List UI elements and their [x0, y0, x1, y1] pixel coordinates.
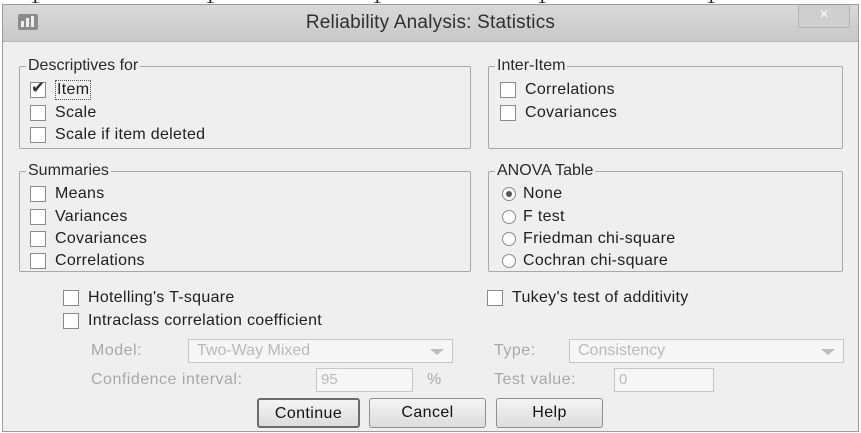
- percent-sign: %: [427, 371, 442, 388]
- scale-checkbox[interactable]: [30, 105, 46, 121]
- intraclass-correlation-checkbox[interactable]: [63, 313, 79, 329]
- anova-cochran-row[interactable]: Cochran chi-square: [502, 250, 668, 272]
- cancel-button[interactable]: Cancel: [369, 398, 486, 428]
- hotelling-row[interactable]: Hotelling's T-square: [63, 287, 235, 309]
- inter-item-covariances-row[interactable]: Covariances: [500, 102, 617, 124]
- type-dropdown[interactable]: Consistency: [569, 339, 844, 363]
- intraclass-row[interactable]: Intraclass correlation coefficient: [63, 310, 322, 332]
- test-value-value: 0: [619, 371, 628, 388]
- inter-item-correlations-row[interactable]: Correlations: [500, 79, 615, 101]
- anova-none-radio[interactable]: [502, 187, 516, 201]
- variances-label: Variances: [55, 208, 128, 225]
- intraclass-correlation-label: Intraclass correlation coefficient: [88, 312, 323, 329]
- item-checkbox[interactable]: [30, 78, 46, 98]
- anova-friedman-row[interactable]: Friedman chi-square: [502, 228, 675, 250]
- test-value-label: Test value:: [494, 371, 576, 388]
- summaries-variances-row[interactable]: Variances: [30, 206, 128, 228]
- anova-none-row[interactable]: None: [502, 183, 562, 205]
- title-bar[interactable]: Reliability Analysis: Statistics ×: [3, 5, 858, 42]
- reliability-statistics-dialog: Reliability Analysis: Statistics × Descr…: [2, 4, 859, 432]
- tukey-additivity-checkbox[interactable]: [487, 290, 503, 306]
- anova-none-label: None: [523, 185, 563, 202]
- type-label: Type:: [494, 342, 536, 359]
- confidence-interval-value: 95: [321, 371, 338, 388]
- summary-covariances-label: Covariances: [55, 230, 148, 247]
- chevron-down-icon: [821, 349, 835, 355]
- inter-item-legend: Inter-Item: [497, 57, 566, 74]
- cochran-chi-square-label: Cochran chi-square: [523, 252, 669, 269]
- means-label: Means: [55, 185, 105, 202]
- scale-if-item-deleted-checkbox[interactable]: [30, 127, 46, 143]
- friedman-chi-square-label: Friedman chi-square: [523, 230, 676, 247]
- cochran-chi-square-radio[interactable]: [502, 254, 516, 268]
- anova-table-legend: ANOVA Table: [497, 162, 594, 179]
- model-dropdown[interactable]: Two-Way Mixed: [188, 339, 453, 363]
- hotelling-t-square-label: Hotelling's T-square: [88, 289, 235, 306]
- inter-item-correlations-checkbox[interactable]: [500, 82, 516, 98]
- type-value: Consistency: [578, 342, 666, 359]
- summary-correlations-label: Correlations: [55, 252, 145, 269]
- confidence-interval-input[interactable]: 95: [316, 368, 413, 392]
- friedman-chi-square-radio[interactable]: [502, 232, 516, 246]
- summaries-covariances-row[interactable]: Covariances: [30, 228, 147, 250]
- f-test-label: F test: [523, 208, 565, 225]
- continue-button[interactable]: Continue: [257, 398, 360, 428]
- summary-correlations-checkbox[interactable]: [30, 253, 46, 269]
- chevron-down-icon: [430, 349, 444, 355]
- model-label: Model:: [91, 342, 143, 359]
- means-checkbox[interactable]: [30, 186, 46, 202]
- scale-if-item-deleted-label: Scale if item deleted: [55, 126, 206, 143]
- f-test-radio[interactable]: [502, 210, 516, 224]
- summaries-legend: Summaries: [28, 162, 109, 179]
- model-value: Two-Way Mixed: [197, 342, 311, 359]
- inter-item-correlations-label: Correlations: [525, 81, 615, 98]
- tukey-additivity-label: Tukey's test of additivity: [512, 289, 689, 306]
- summary-covariances-checkbox[interactable]: [30, 231, 46, 247]
- confidence-interval-label: Confidence interval:: [91, 371, 243, 388]
- inter-item-covariances-label: Covariances: [525, 104, 618, 121]
- anova-f-test-row[interactable]: F test: [502, 206, 565, 228]
- summaries-correlations-row[interactable]: Correlations: [30, 250, 145, 272]
- scale-checkbox-row[interactable]: Scale: [30, 102, 97, 124]
- inter-item-covariances-checkbox[interactable]: [500, 105, 516, 121]
- scale-if-item-deleted-checkbox-row[interactable]: Scale if item deleted: [30, 124, 205, 146]
- item-checkbox-row[interactable]: Item: [30, 78, 92, 101]
- item-label: Item: [55, 80, 92, 100]
- dialog-title: Reliability Analysis: Statistics: [305, 12, 556, 33]
- summaries-means-row[interactable]: Means: [30, 183, 105, 205]
- variances-checkbox[interactable]: [30, 209, 46, 225]
- close-button[interactable]: ×: [798, 5, 850, 28]
- help-button[interactable]: Help: [496, 398, 603, 428]
- tukey-row[interactable]: Tukey's test of additivity: [487, 287, 689, 309]
- test-value-input[interactable]: 0: [614, 368, 714, 392]
- hotelling-t-square-checkbox[interactable]: [63, 290, 79, 306]
- scale-label: Scale: [55, 104, 97, 121]
- descriptives-legend: Descriptives for: [28, 57, 139, 74]
- close-icon: ×: [819, 6, 829, 23]
